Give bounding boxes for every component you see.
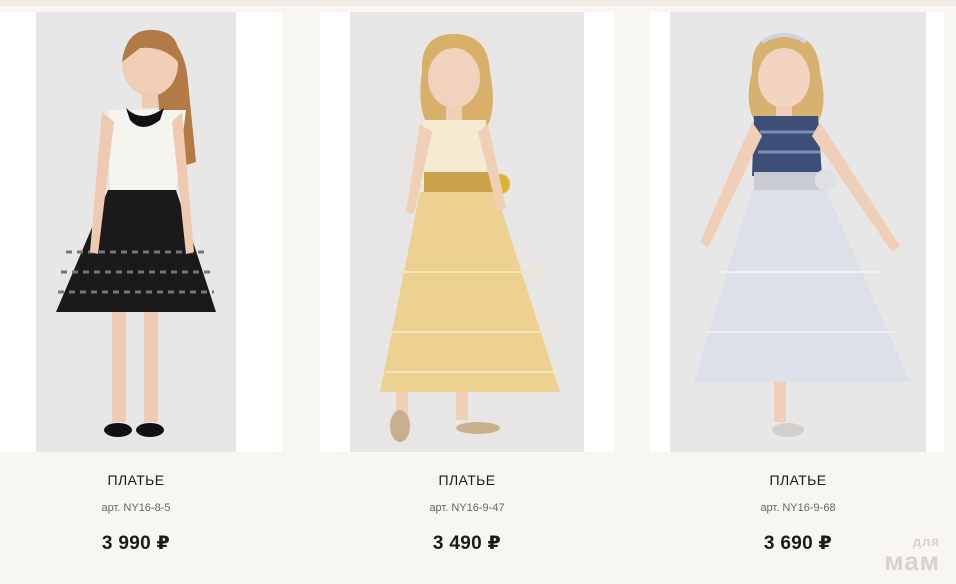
product-price: 3 990 ₽ <box>101 533 171 554</box>
product-info: ПЛАТЬЕ арт. NY16-9-47 3 490 ₽ <box>350 470 584 556</box>
product-title[interactable]: ПЛАТЬЕ <box>350 470 584 490</box>
site-watermark: для мам <box>884 535 940 574</box>
product-info: ПЛАТЬЕ арт. NY16-8-5 3 990 ₽ <box>36 470 236 556</box>
product-image-black-white-dress[interactable] <box>36 12 236 452</box>
product-title[interactable]: ПЛАТЬЕ <box>36 470 236 490</box>
top-strip <box>0 0 956 6</box>
product-sku: арт. NY16-9-68 <box>760 502 836 514</box>
product-price: 3 490 ₽ <box>432 533 502 554</box>
product-sku: арт. NY16-9-47 <box>429 502 505 514</box>
product-image-silver-dress[interactable] <box>670 12 926 452</box>
product-image-gold-dress[interactable] <box>350 12 584 452</box>
product-title[interactable]: ПЛАТЬЕ <box>670 470 926 490</box>
watermark-line2: мам <box>884 546 940 576</box>
product-sku: арт. NY16-8-5 <box>101 502 171 514</box>
